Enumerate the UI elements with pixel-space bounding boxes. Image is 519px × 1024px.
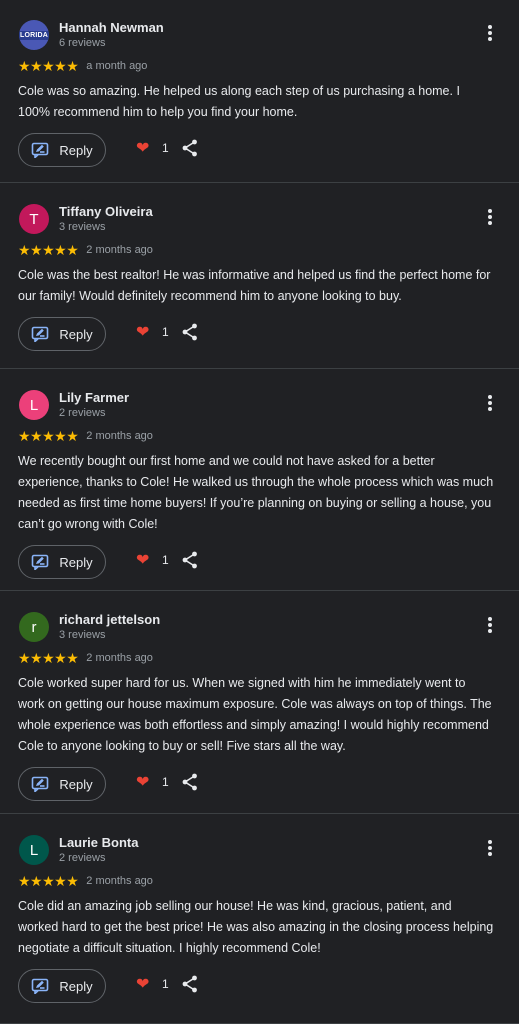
reviewer-name[interactable]: Lily Farmer [59, 390, 129, 405]
reply-icon [32, 776, 49, 792]
review-meta: ★★★★★ 2 months ago [18, 239, 501, 261]
like-count: 1 [162, 141, 169, 155]
reply-icon [32, 554, 49, 570]
reply-label: Reply [59, 326, 93, 342]
like-count: 1 [162, 775, 169, 789]
reply-icon [32, 978, 49, 994]
heart-icon[interactable]: ❤ [136, 322, 149, 342]
like-count: 1 [162, 553, 169, 567]
review-actions: Reply ❤ 1 [18, 959, 501, 1023]
share-icon[interactable] [182, 975, 198, 993]
star-rating: ★★★★★ [18, 241, 79, 258]
avatar-text: T [29, 210, 39, 228]
review-text: Cole was the best realtor! He was inform… [18, 268, 491, 303]
review-text: Cole did an amazing job selling our hous… [18, 899, 494, 955]
reply-button[interactable]: Reply [18, 767, 106, 801]
review-header: r richard jettelson 3 reviews [18, 609, 501, 647]
review-text: We recently bought our first home and we… [18, 454, 494, 531]
more-vert-icon[interactable] [483, 838, 497, 858]
reviewer-name[interactable]: richard jettelson [59, 612, 160, 627]
reply-button[interactable]: Reply [18, 133, 106, 167]
review-date: 2 months ago [86, 430, 153, 442]
reviewer-name[interactable]: Laurie Bonta [59, 835, 138, 850]
review-header: L Lily Farmer 2 reviews [18, 387, 501, 425]
reply-icon [32, 142, 49, 158]
more-vert-icon[interactable] [483, 207, 497, 227]
review-date: 2 months ago [86, 875, 153, 887]
review-count: 6 reviews [59, 37, 106, 49]
reply-label: Reply [59, 978, 93, 994]
review-card: LORIDA Hannah Newman 6 reviews ★★★★★ a m… [0, 0, 519, 183]
heart-icon[interactable]: ❤ [136, 550, 149, 570]
review-count: 2 reviews [59, 407, 106, 419]
review-card: T Tiffany Oliveira 3 reviews ★★★★★ 2 mon… [0, 183, 519, 369]
review-count: 2 reviews [59, 852, 106, 864]
review-date: a month ago [86, 60, 148, 72]
avatar-text: LORIDA [19, 30, 49, 40]
review-header: LORIDA Hannah Newman 6 reviews [18, 17, 501, 55]
reply-label: Reply [59, 776, 93, 792]
review-meta: ★★★★★ a month ago [18, 55, 501, 77]
review-card: r richard jettelson 3 reviews ★★★★★ 2 mo… [0, 591, 519, 814]
share-icon[interactable] [182, 773, 198, 791]
review-actions: Reply ❤ 1 [18, 123, 501, 187]
review-count: 3 reviews [59, 629, 106, 641]
avatar[interactable]: L [19, 835, 49, 865]
more-vert-icon[interactable] [483, 615, 497, 635]
more-vert-icon[interactable] [483, 393, 497, 413]
review-card: L Lily Farmer 2 reviews ★★★★★ 2 months a… [0, 369, 519, 591]
star-rating: ★★★★★ [18, 872, 79, 889]
star-rating: ★★★★★ [18, 649, 79, 666]
review-date: 2 months ago [86, 652, 153, 664]
review-text: Cole worked super hard for us. When we s… [18, 676, 492, 753]
like-count: 1 [162, 977, 169, 991]
heart-icon[interactable]: ❤ [136, 772, 149, 792]
more-vert-icon[interactable] [483, 23, 497, 43]
review-actions: Reply ❤ 1 [18, 535, 501, 599]
review-text: Cole was so amazing. He helped us along … [18, 84, 460, 119]
reply-icon [32, 326, 49, 342]
review-actions: Reply ❤ 1 [18, 307, 501, 371]
avatar-text: L [29, 841, 39, 859]
review-header: T Tiffany Oliveira 3 reviews [18, 201, 501, 239]
review-meta: ★★★★★ 2 months ago [18, 870, 501, 892]
like-count: 1 [162, 325, 169, 339]
reviews-list: LORIDA Hannah Newman 6 reviews ★★★★★ a m… [0, 0, 519, 1024]
review-meta: ★★★★★ 2 months ago [18, 647, 501, 669]
review-count: 3 reviews [59, 221, 106, 233]
reply-button[interactable]: Reply [18, 969, 106, 1003]
review-meta: ★★★★★ 2 months ago [18, 425, 501, 447]
heart-icon[interactable]: ❤ [136, 974, 149, 994]
reply-label: Reply [59, 554, 93, 570]
reply-button[interactable]: Reply [18, 545, 106, 579]
avatar[interactable]: T [19, 204, 49, 234]
review-actions: Reply ❤ 1 [18, 757, 501, 821]
review-date: 2 months ago [86, 244, 153, 256]
avatar[interactable]: L [19, 390, 49, 420]
heart-icon[interactable]: ❤ [136, 138, 149, 158]
share-icon[interactable] [182, 323, 198, 341]
avatar-text: L [29, 396, 39, 414]
share-icon[interactable] [182, 551, 198, 569]
review-header: L Laurie Bonta 2 reviews [18, 832, 501, 870]
star-rating: ★★★★★ [18, 57, 79, 74]
avatar-text: r [31, 618, 37, 636]
share-icon[interactable] [182, 139, 198, 157]
reply-label: Reply [59, 142, 93, 158]
reviewer-name[interactable]: Hannah Newman [59, 20, 164, 35]
reviewer-name[interactable]: Tiffany Oliveira [59, 204, 153, 219]
review-card: L Laurie Bonta 2 reviews ★★★★★ 2 months … [0, 814, 519, 1024]
reply-button[interactable]: Reply [18, 317, 106, 351]
avatar[interactable]: LORIDA [19, 20, 49, 50]
avatar[interactable]: r [19, 612, 49, 642]
star-rating: ★★★★★ [18, 427, 79, 444]
